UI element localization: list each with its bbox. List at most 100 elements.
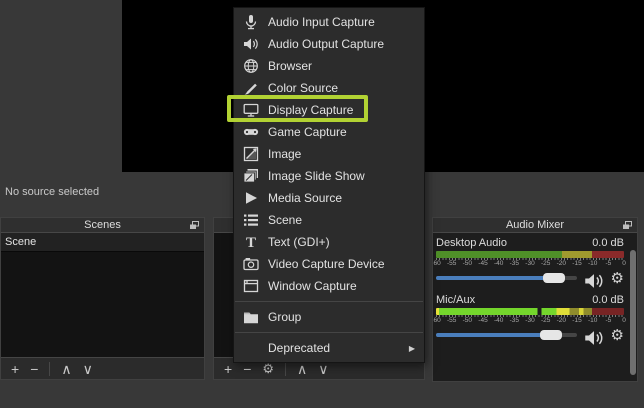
menu-item-audio-input-capture[interactable]: Audio Input Capture: [234, 11, 424, 33]
slider-fill: [436, 333, 551, 337]
slider-handle[interactable]: [540, 330, 562, 340]
gamepad-icon: [243, 124, 259, 140]
menu-item-display-capture[interactable]: Display Capture: [234, 99, 424, 121]
mixer-channels: Desktop Audio0.0 dB-60-55-50-45-40-35-30…: [433, 233, 637, 343]
menu-item-audio-output-capture[interactable]: Audio Output Capture: [234, 33, 424, 55]
meter-tick: -45: [478, 260, 487, 267]
panel-popup-icon[interactable]: [189, 220, 200, 231]
scenes-move-up-button[interactable]: ∧: [61, 362, 71, 376]
svg-text:T: T: [246, 235, 256, 250]
image-icon: [243, 146, 259, 162]
meter-tick: -60: [433, 317, 441, 324]
slider-handle[interactable]: [543, 273, 565, 283]
scene-list-item[interactable]: Scene: [1, 233, 204, 252]
menu-item-label: Color Source: [268, 81, 338, 95]
meter-tick: -40: [494, 260, 503, 267]
slideshow-icon: [243, 168, 259, 184]
menu-item-window-capture[interactable]: Window Capture: [234, 275, 424, 297]
sources-add-button[interactable]: +: [224, 362, 232, 376]
mute-toggle-speaker-icon[interactable]: [584, 271, 604, 286]
menu-item-label: Window Capture: [268, 279, 357, 293]
mixer-scrollbar[interactable]: [630, 250, 636, 379]
menu-item-label: Audio Input Capture: [268, 15, 375, 29]
menu-item-label: Scene: [268, 213, 302, 227]
no-icon: [243, 340, 259, 356]
channel-level-db: 0.0 dB: [592, 237, 624, 249]
meter-tick: -30: [525, 260, 534, 267]
camera-icon: [243, 256, 259, 272]
meter-tick: 0: [622, 260, 626, 267]
meter-tick: -50: [463, 317, 472, 324]
mic-icon: [243, 14, 259, 30]
sources-move-down-button[interactable]: ∨: [318, 362, 328, 376]
meter-tick: -35: [510, 317, 519, 324]
audio-mixer-header: Audio Mixer: [433, 218, 637, 233]
menu-item-text-gdi[interactable]: TText (GDI+): [234, 231, 424, 253]
scenes-move-down-button[interactable]: ∨: [83, 362, 93, 376]
sources-move-up-button[interactable]: ∧: [297, 362, 307, 376]
meter-tick: -20: [557, 260, 566, 267]
meter-tick: -45: [478, 317, 487, 324]
mixer-channel: Mic/Aux0.0 dB-60-55-50-45-40-35-30-25-20…: [436, 294, 624, 343]
window-icon: [243, 278, 259, 294]
meter-tick: -25: [541, 260, 550, 267]
menu-item-label: Audio Output Capture: [268, 37, 384, 51]
volume-slider[interactable]: [436, 273, 577, 283]
menu-item-label: Browser: [268, 59, 312, 73]
menu-item-label: Video Capture Device: [268, 257, 385, 271]
meter-tick: -40: [494, 317, 503, 324]
mixer-channel-header: Mic/Aux 0.0 dB: [436, 294, 624, 306]
meter-tick: -15: [572, 260, 581, 267]
mixer-channel: Desktop Audio0.0 dB-60-55-50-45-40-35-30…: [436, 237, 624, 286]
mute-toggle-speaker-icon[interactable]: [584, 328, 604, 343]
menu-item-group[interactable]: Group: [234, 306, 424, 328]
menu-item-browser[interactable]: Browser: [234, 55, 424, 77]
panel-popup-icon[interactable]: [622, 220, 633, 231]
volume-slider[interactable]: [436, 330, 577, 340]
meter-tick: -15: [572, 317, 581, 324]
scenes-add-button[interactable]: +: [11, 362, 19, 376]
channel-name: Mic/Aux: [436, 294, 475, 306]
menu-item-deprecated[interactable]: Deprecated▶: [234, 337, 424, 359]
menu-item-scene[interactable]: Scene: [234, 209, 424, 231]
menu-item-image[interactable]: Image: [234, 143, 424, 165]
meter-tick: -25: [541, 317, 550, 324]
meter-tick: -60: [433, 260, 441, 267]
sources-toolbar-divider: [285, 362, 286, 376]
menu-item-image-slide-show[interactable]: Image Slide Show: [234, 165, 424, 187]
channel-level-db: 0.0 dB: [592, 294, 624, 306]
menu-item-label: Image Slide Show: [268, 169, 365, 183]
meter-tick: -5: [605, 260, 611, 267]
add-source-menu: Audio Input Capture Audio Output Capture B…: [233, 7, 425, 363]
meter-tick: -55: [447, 317, 456, 324]
channel-settings-gear-icon[interactable]: ⚙: [611, 271, 624, 286]
scenes-panel-header: Scenes: [1, 218, 204, 233]
menu-item-label: Image: [268, 147, 301, 161]
source-toolbar-status: No source selected: [5, 186, 99, 198]
meter-tick: -30: [525, 317, 534, 324]
scenes-panel: Scenes Scene +− ∧ ∨: [0, 217, 205, 380]
meter-tick: -10: [588, 317, 597, 324]
menu-item-game-capture[interactable]: Game Capture: [234, 121, 424, 143]
scenes-toolbar: +− ∧ ∨: [1, 357, 204, 379]
menu-item-label: Game Capture: [268, 125, 347, 139]
sources-remove-button[interactable]: −: [243, 362, 251, 376]
scenes-remove-button[interactable]: −: [30, 362, 38, 376]
scene-list-icon: [243, 212, 259, 228]
meter-tick-labels: -60-55-50-45-40-35-30-25-20-15-10-50: [436, 258, 624, 268]
slider-fill: [436, 276, 554, 280]
meter-tick: 0: [622, 317, 626, 324]
mixer-channel-header: Desktop Audio0.0 dB: [436, 237, 624, 249]
speaker-icon: [243, 36, 259, 52]
meter-tick: -10: [588, 260, 597, 267]
text-icon: T: [243, 234, 259, 250]
menu-item-video-capture-device[interactable]: Video Capture Device: [234, 253, 424, 275]
volume-meter: [436, 251, 624, 258]
scene-list: Scene: [1, 233, 204, 357]
audio-mixer-title: Audio Mixer: [506, 219, 564, 231]
sources-properties-button[interactable]: ⚙: [262, 362, 274, 375]
meter-tick: -35: [510, 260, 519, 267]
menu-item-media-source[interactable]: Media Source: [234, 187, 424, 209]
menu-item-color-source[interactable]: Color Source: [234, 77, 424, 99]
channel-settings-gear-icon[interactable]: ⚙: [611, 328, 624, 343]
